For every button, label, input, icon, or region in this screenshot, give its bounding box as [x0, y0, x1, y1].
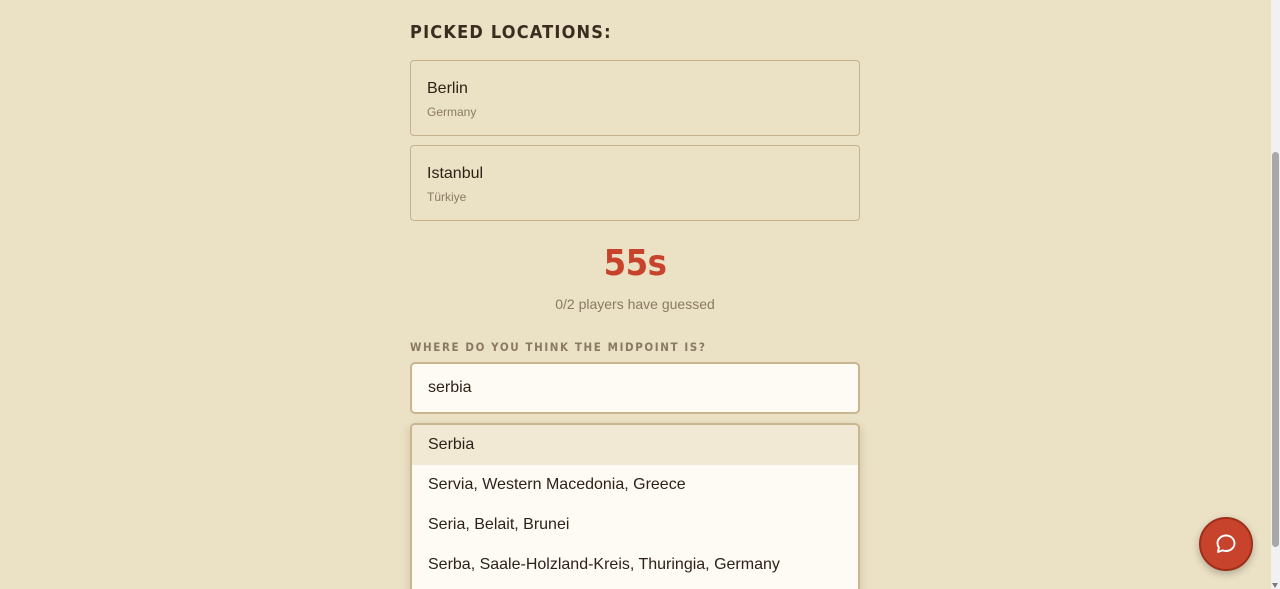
guess-status: 0/2 players have guessed — [555, 296, 715, 312]
location-name: Berlin — [427, 80, 468, 97]
location-card-berlin: Berlin Germany — [410, 60, 860, 136]
midpoint-question-label: WHERE DO YOU THINK THE MIDPOINT IS? — [410, 340, 707, 354]
countdown-timer: 55s — [603, 243, 667, 284]
location-country: Türkiye — [427, 190, 467, 204]
suggestion-item[interactable]: Seria, Belait, Brunei — [412, 505, 858, 545]
location-country: Germany — [427, 105, 477, 119]
suggestion-item[interactable]: Serbia — [412, 425, 858, 465]
page-scrollbar[interactable] — [1271, 0, 1280, 589]
midpoint-search-input[interactable] — [410, 362, 860, 414]
scrollbar-thumb[interactable] — [1272, 152, 1279, 547]
suggestion-item[interactable]: Servia, Western Macedonia, Greece — [412, 465, 858, 505]
section-title: PICKED LOCATIONS: — [410, 22, 612, 43]
suggestion-item[interactable]: Serba, Saale-Holzland-Kreis, Thuringia, … — [412, 545, 858, 585]
page: PICKED LOCATIONS: Berlin Germany Istanbu… — [0, 0, 1280, 589]
chat-button[interactable] — [1199, 517, 1253, 571]
chat-bubble-icon — [1216, 534, 1236, 553]
scroll-down-arrow-icon[interactable] — [1272, 583, 1278, 588]
suggestion-dropdown: Serbia Servia, Western Macedonia, Greece… — [410, 423, 860, 589]
location-name: Istanbul — [427, 165, 484, 182]
location-card-istanbul: Istanbul Türkiye — [410, 145, 860, 221]
